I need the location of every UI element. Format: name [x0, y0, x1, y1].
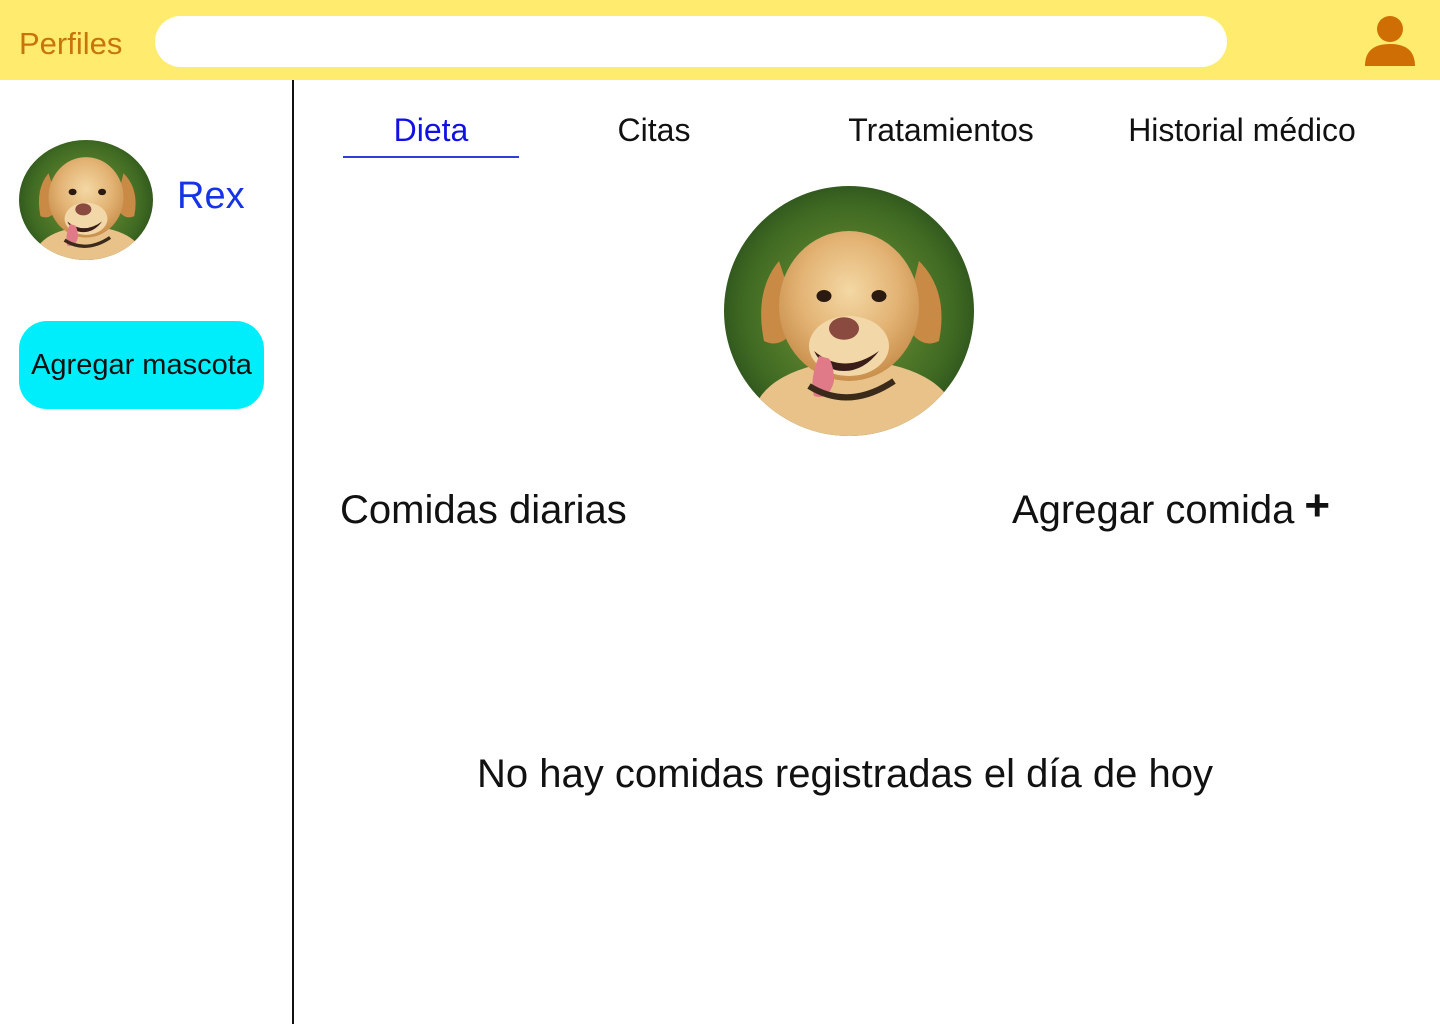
empty-state-text: No hay comidas registradas el día de hoy — [477, 752, 1213, 796]
tab-citas[interactable]: Citas — [584, 110, 724, 150]
pet-name: Rex — [177, 175, 245, 217]
pet-avatar — [19, 140, 153, 260]
user-icon[interactable] — [1362, 14, 1418, 68]
add-food-button[interactable]: Agregar comida + — [1012, 484, 1330, 536]
active-tab-indicator — [343, 156, 519, 158]
tab-tratamientos[interactable]: Tratamientos — [824, 110, 1058, 150]
tab-historial-medico[interactable]: Historial médico — [1108, 110, 1376, 150]
sidebar-pet-item[interactable]: Rex — [19, 140, 279, 262]
section-title: Comidas diarias — [340, 488, 627, 532]
tab-dieta[interactable]: Dieta — [343, 110, 519, 150]
tab-bar: Dieta Citas Tratamientos Historial médic… — [294, 100, 1440, 170]
sidebar-divider — [292, 80, 294, 1024]
empty-state-message: No hay comidas registradas el día de hoy — [294, 750, 1440, 798]
top-bar: Perfiles — [0, 0, 1440, 80]
pet-profile-photo — [724, 186, 974, 436]
plus-icon: + — [1304, 481, 1331, 530]
add-food-label: Agregar comida — [1012, 488, 1295, 532]
search-input[interactable] — [155, 16, 1227, 67]
app-title: Perfiles — [19, 26, 123, 61]
add-pet-button[interactable]: Agregar mascota — [19, 321, 264, 409]
